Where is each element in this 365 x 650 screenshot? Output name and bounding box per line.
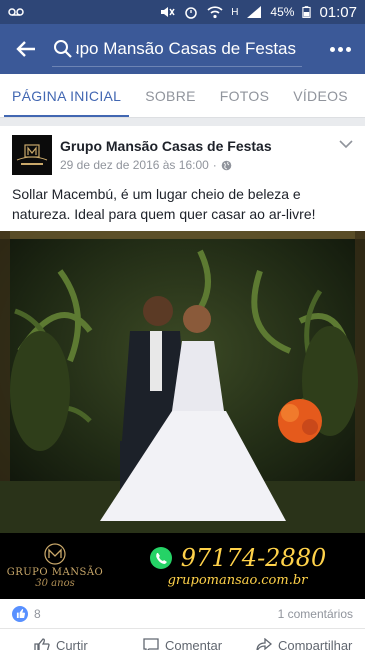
post-actions: Curtir Comentar Compartilhar: [0, 630, 365, 650]
tab-videos[interactable]: VÍDEOS: [281, 74, 360, 117]
voicemail-icon: [8, 8, 24, 16]
brand-emblem-icon: [44, 543, 66, 565]
wifi-icon: [207, 6, 223, 19]
back-button[interactable]: [0, 24, 52, 74]
post-meta: 29 de dez de 2016 às 16:00 ·: [60, 158, 272, 172]
more-dot: [337, 46, 343, 52]
more-dot: [345, 46, 351, 52]
wedding-photo-image: [0, 231, 365, 533]
brand-name: GRUPO MANSÃO: [6, 567, 104, 578]
post-card: Grupo Mansão Casas de Festas 29 de dez d…: [0, 126, 365, 650]
search-header: [0, 24, 365, 74]
post-photo[interactable]: GRUPO MANSÃO 30 anos 97174-2880 grupoman…: [0, 231, 365, 599]
brand-tagline: 30 anos: [35, 578, 75, 589]
status-bar: H 45% 01:07: [0, 0, 365, 24]
more-dots-icon: [329, 46, 335, 52]
phone-number: 97174-2880: [180, 544, 327, 572]
contact-info: 97174-2880 grupomansao.com.br: [110, 544, 365, 588]
post-timestamp[interactable]: 29 de dez de 2016 às 16:00: [60, 158, 209, 172]
page-avatar[interactable]: [12, 135, 52, 175]
logo-icon: [16, 144, 48, 165]
photo-banner: GRUPO MANSÃO 30 anos 97174-2880 grupoman…: [0, 533, 365, 599]
network-type: H: [231, 6, 239, 18]
page-name[interactable]: Grupo Mansão Casas de Festas: [60, 138, 272, 154]
search-box[interactable]: [52, 31, 302, 67]
more-button[interactable]: [315, 24, 365, 74]
battery-level: 45%: [270, 5, 295, 19]
tab-home[interactable]: PÁGINA INICIAL: [0, 74, 133, 117]
reactions-bar[interactable]: 8 1 comentários: [0, 599, 365, 629]
like-label: Curtir: [55, 637, 88, 650]
share-button[interactable]: Compartilhar: [243, 630, 365, 650]
chevron-down-icon[interactable]: [339, 139, 353, 149]
brand-logo: GRUPO MANSÃO 30 anos: [0, 533, 110, 599]
website: grupomansao.com.br: [167, 573, 308, 588]
globe-icon: [221, 160, 232, 170]
alarm-icon: [185, 7, 197, 19]
comment-button[interactable]: Comentar: [122, 630, 244, 650]
share-label: Compartilhar: [277, 637, 353, 650]
like-reaction-icon: [12, 605, 28, 622]
battery-icon: [302, 6, 312, 18]
tab-photos[interactable]: FOTOS: [208, 74, 281, 117]
search-icon: [54, 39, 72, 58]
search-input[interactable]: [76, 38, 296, 59]
tab-about[interactable]: SOBRE: [133, 74, 208, 117]
comment-icon: [143, 637, 159, 650]
like-button[interactable]: Curtir: [0, 630, 122, 650]
page-tabs: PÁGINA INICIAL SOBRE FOTOS VÍDEOS EV: [0, 74, 365, 118]
comment-label: Comentar: [164, 637, 223, 650]
whatsapp-icon: [149, 547, 172, 569]
arrow-left-icon: [16, 41, 35, 57]
like-icon: [34, 637, 50, 650]
mute-icon: [161, 7, 175, 17]
thumbs-up-icon: [16, 609, 25, 618]
separator-dot: ·: [212, 158, 217, 172]
comments-count[interactable]: 1 comentários: [278, 607, 353, 621]
signal-icon: [247, 6, 262, 18]
phone-row: 97174-2880: [149, 544, 327, 572]
post-text: Sollar Macembú, é um lugar cheio de bele…: [12, 186, 316, 222]
clock: 01:07: [319, 3, 357, 21]
likes-count[interactable]: 8: [34, 607, 41, 621]
share-icon: [256, 637, 272, 650]
post-header: Grupo Mansão Casas de Festas 29 de dez d…: [0, 126, 365, 180]
tab-events[interactable]: EV: [360, 74, 365, 117]
